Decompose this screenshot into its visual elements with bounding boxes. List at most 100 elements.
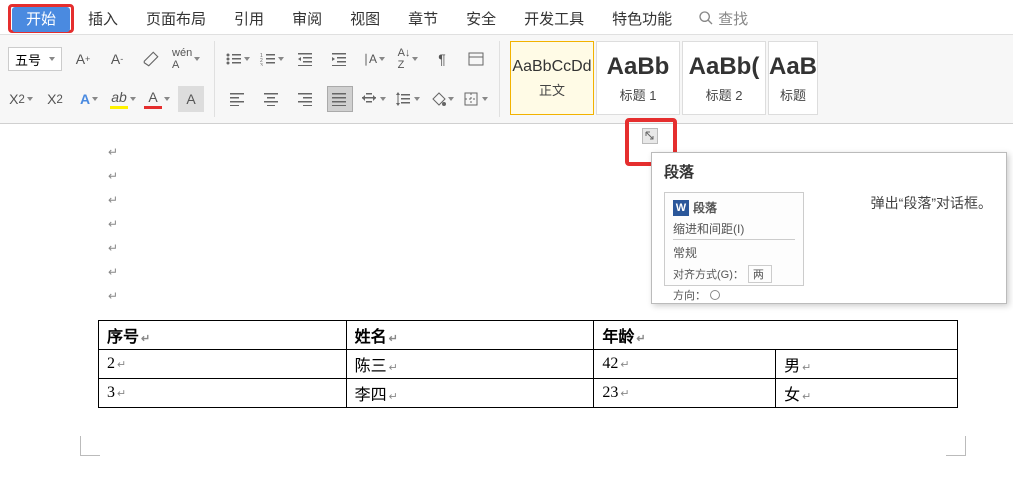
table-cell[interactable]: 女↵	[776, 379, 958, 408]
tab-page-layout[interactable]: 页面布局	[132, 4, 220, 33]
line-spacing-icon	[396, 92, 412, 106]
char-shading-button[interactable]: A	[178, 86, 204, 112]
sort-button[interactable]: A↓Z	[395, 46, 421, 72]
active-tab-highlight: 开始	[8, 4, 74, 33]
align-right-button[interactable]	[293, 86, 319, 112]
tab-insert[interactable]: 插入	[74, 4, 132, 33]
table-cell[interactable]: 陈三↵	[346, 350, 594, 379]
tab-special[interactable]: 特色功能	[598, 4, 686, 33]
document-table[interactable]: 序号↵ 姓名↵ 年龄↵ 2↵ 陈三↵ 42↵ 男↵ 3↵ 李四↵ 23↵ 女↵	[98, 320, 958, 408]
line-spacing-button[interactable]	[395, 86, 421, 112]
search-placeholder: 查找	[718, 8, 748, 29]
borders-button[interactable]	[463, 86, 489, 112]
style-item-h2[interactable]: AaBb( 标题 2	[682, 41, 766, 115]
distribute-icon	[362, 92, 378, 106]
style-name: 标题 1	[620, 85, 657, 104]
style-preview: AaBb	[607, 53, 670, 81]
style-item-h1[interactable]: AaBb 标题 1	[596, 41, 680, 115]
clear-format-button[interactable]	[138, 46, 164, 72]
outdent-icon	[298, 52, 314, 66]
ribbon-group-paragraph: 123 ∣A A↓Z ¶	[225, 41, 500, 117]
distribute-button[interactable]	[361, 86, 387, 112]
align-center-button[interactable]	[259, 86, 285, 112]
decrease-font-button[interactable]: A-	[104, 46, 130, 72]
paragraph-dialog-launcher[interactable]	[642, 128, 658, 144]
indent-icon	[332, 52, 348, 66]
tooltip-preview-header: W 段落	[673, 199, 795, 216]
numbering-icon: 123	[260, 52, 276, 66]
align-center-icon	[264, 92, 280, 106]
wps-icon: W	[673, 200, 689, 216]
style-name: 标题 2	[706, 85, 743, 104]
align-right-icon	[298, 92, 314, 106]
style-preview: AaBbCcDd	[512, 58, 591, 76]
bullets-icon	[226, 52, 242, 66]
ribbon-group-font: 五号 A+ A- wénA X2 X2 A ab A A	[8, 41, 215, 117]
text-effects-button[interactable]: A	[76, 86, 102, 112]
style-item-body[interactable]: AaBbCcDd 正文	[510, 41, 594, 115]
shading-button[interactable]	[429, 86, 455, 112]
tooltip-radio	[710, 290, 720, 300]
table-cell[interactable]: 男↵	[776, 350, 958, 379]
tab-home[interactable]: 开始	[12, 7, 70, 32]
style-preview: AaBb(	[689, 53, 760, 81]
paragraph-tooltip: 段落 弹出“段落”对话框。 W 段落 缩进和间距(I) 常规 对齐方式(G)： …	[651, 152, 1007, 304]
table-header-cell[interactable]: 姓名↵	[346, 321, 594, 350]
table-row[interactable]: 2↵ 陈三↵ 42↵ 男↵	[99, 350, 958, 379]
tooltip-preview-title: 段落	[693, 199, 717, 216]
numbering-button[interactable]: 123	[259, 46, 285, 72]
table-row[interactable]: 3↵ 李四↵ 23↵ 女↵	[99, 379, 958, 408]
svg-text:3: 3	[260, 63, 263, 66]
align-justify-button[interactable]	[327, 86, 353, 112]
style-gallery: AaBbCcDd 正文 AaBb 标题 1 AaBb( 标题 2 AaB 标题	[510, 41, 818, 115]
tooltip-section-label: 常规	[673, 244, 795, 261]
table-cell[interactable]: 李四↵	[346, 379, 594, 408]
search-box[interactable]: 查找	[698, 8, 748, 29]
layout-icon	[468, 52, 484, 66]
table-cell[interactable]: 3↵	[99, 379, 347, 408]
tab-review[interactable]: 审阅	[278, 4, 336, 33]
tab-bar: 开始 插入 页面布局 引用 审阅 视图 章节 安全 开发工具 特色功能 查找	[0, 0, 1013, 34]
table-header-cell[interactable]: 序号↵	[99, 321, 347, 350]
tooltip-align-value: 两	[748, 265, 772, 283]
superscript-button[interactable]: X2	[42, 86, 68, 112]
layout-option-button[interactable]	[463, 46, 489, 72]
page-corner-br	[946, 436, 966, 456]
style-preview: AaB	[769, 53, 817, 81]
increase-indent-button[interactable]	[327, 46, 353, 72]
borders-icon	[464, 92, 480, 106]
highlight-button[interactable]: ab	[110, 86, 136, 112]
bullets-button[interactable]	[225, 46, 251, 72]
table-cell[interactable]: 2↵	[99, 350, 347, 379]
show-marks-button[interactable]: ¶	[429, 46, 455, 72]
table-header-row[interactable]: 序号↵ 姓名↵ 年龄↵	[99, 321, 958, 350]
font-color-button[interactable]: A	[144, 86, 170, 112]
font-size-value: 五号	[15, 50, 41, 69]
eraser-icon	[142, 50, 160, 68]
tab-view[interactable]: 视图	[336, 4, 394, 33]
phonetic-guide-button[interactable]: wénA	[172, 46, 200, 72]
text-direction-button[interactable]: ∣A	[361, 46, 387, 72]
ribbon: 五号 A+ A- wénA X2 X2 A ab A A 123	[0, 34, 1013, 124]
decrease-indent-button[interactable]	[293, 46, 319, 72]
style-item-title[interactable]: AaB 标题	[768, 41, 818, 115]
tab-dev-tools[interactable]: 开发工具	[510, 4, 598, 33]
style-name: 正文	[539, 80, 565, 99]
tooltip-title: 段落	[652, 153, 1006, 186]
increase-font-button[interactable]: A+	[70, 46, 96, 72]
table-cell[interactable]: 23↵	[594, 379, 776, 408]
table-cell[interactable]: 42↵	[594, 350, 776, 379]
align-left-button[interactable]	[225, 86, 251, 112]
tooltip-dir-label: 方向：	[673, 287, 706, 303]
tab-references[interactable]: 引用	[220, 4, 278, 33]
page-corner-bl	[80, 436, 100, 456]
tab-chapter[interactable]: 章节	[394, 4, 452, 33]
font-size-select[interactable]: 五号	[8, 47, 62, 71]
dialog-launcher-icon	[645, 131, 655, 141]
tooltip-preview: W 段落 缩进和间距(I) 常规 对齐方式(G)： 两 方向：	[664, 192, 804, 286]
ribbon-group-styles: AaBbCcDd 正文 AaBb 标题 1 AaBb( 标题 2 AaB 标题	[510, 41, 828, 117]
table-header-cell[interactable]: 年龄↵	[594, 321, 958, 350]
subscript-button[interactable]: X2	[8, 86, 34, 112]
tab-security[interactable]: 安全	[452, 4, 510, 33]
search-icon	[698, 10, 714, 26]
